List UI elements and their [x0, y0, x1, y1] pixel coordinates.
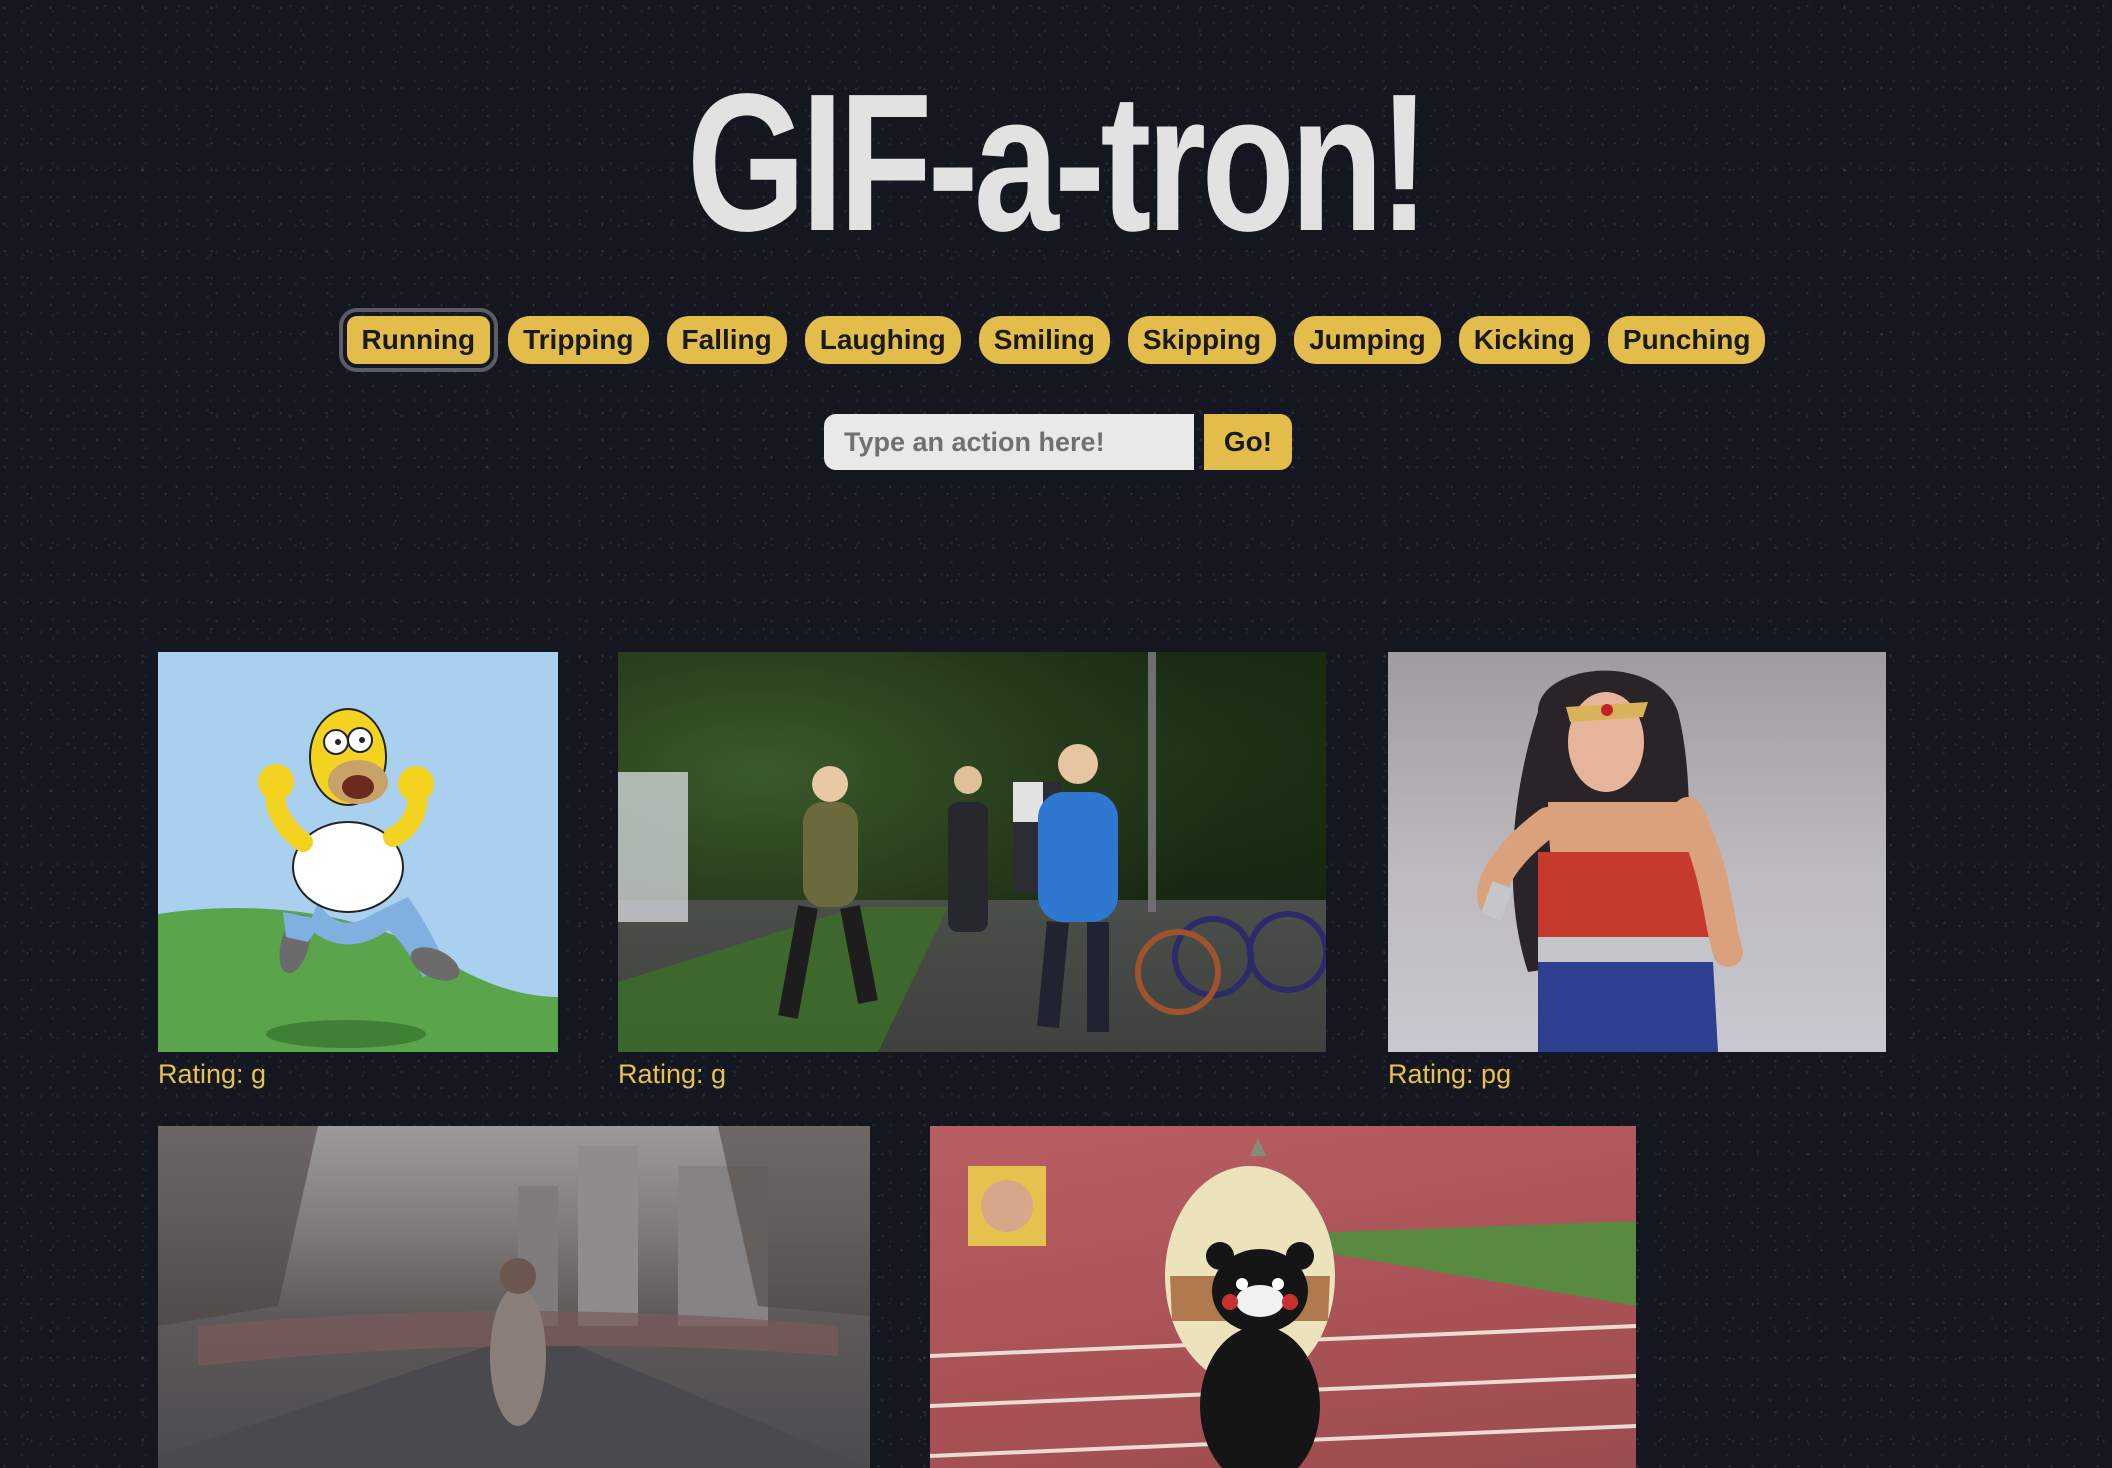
search-form: Go! [824, 414, 1292, 470]
go-button[interactable]: Go! [1204, 414, 1292, 470]
homer-illustration [158, 708, 558, 1052]
street-crowd-scene [158, 1126, 870, 1468]
action-button-jumping[interactable]: Jumping [1294, 316, 1441, 364]
mascot-race-scene [930, 1138, 1636, 1468]
gif-image-street-crowd[interactable] [158, 1126, 870, 1468]
page-title: GIF-a-tron! [686, 53, 1430, 272]
gif-card [158, 1126, 870, 1468]
gif-card: Rating: pg [1388, 652, 1886, 1090]
gif-image-homer[interactable] [158, 652, 558, 1052]
gif-rating: Rating: g [618, 1059, 727, 1089]
action-button-tripping[interactable]: Tripping [508, 316, 649, 364]
action-button-punching[interactable]: Punching [1607, 316, 1766, 364]
gif-rating: Rating: pg [1388, 1059, 1512, 1089]
gif-card: Rating: g [618, 652, 1326, 1090]
gif-card [930, 1126, 1636, 1468]
action-button-skipping[interactable]: Skipping [1127, 316, 1277, 364]
gif-card: Rating: g [158, 652, 558, 1090]
action-button-running[interactable]: Running [338, 308, 499, 372]
action-button-kicking[interactable]: Kicking [1458, 316, 1590, 364]
gif-image-park-joggers[interactable] [618, 652, 1326, 1052]
gif-rating: Rating: g [158, 1059, 267, 1089]
action-button-smiling[interactable]: Smiling [978, 316, 1110, 364]
action-button-bar: Running Tripping Falling Laughing Smilin… [0, 308, 2112, 372]
action-button-laughing[interactable]: Laughing [804, 316, 961, 364]
action-button-falling[interactable]: Falling [666, 316, 787, 364]
gif-image-wonder-woman[interactable] [1388, 652, 1886, 1052]
park-joggers-scene [618, 652, 1326, 1052]
wonder-woman-scene [1477, 670, 1743, 1052]
gif-image-mascot-race[interactable] [930, 1126, 1636, 1468]
action-search-input[interactable] [824, 414, 1194, 470]
